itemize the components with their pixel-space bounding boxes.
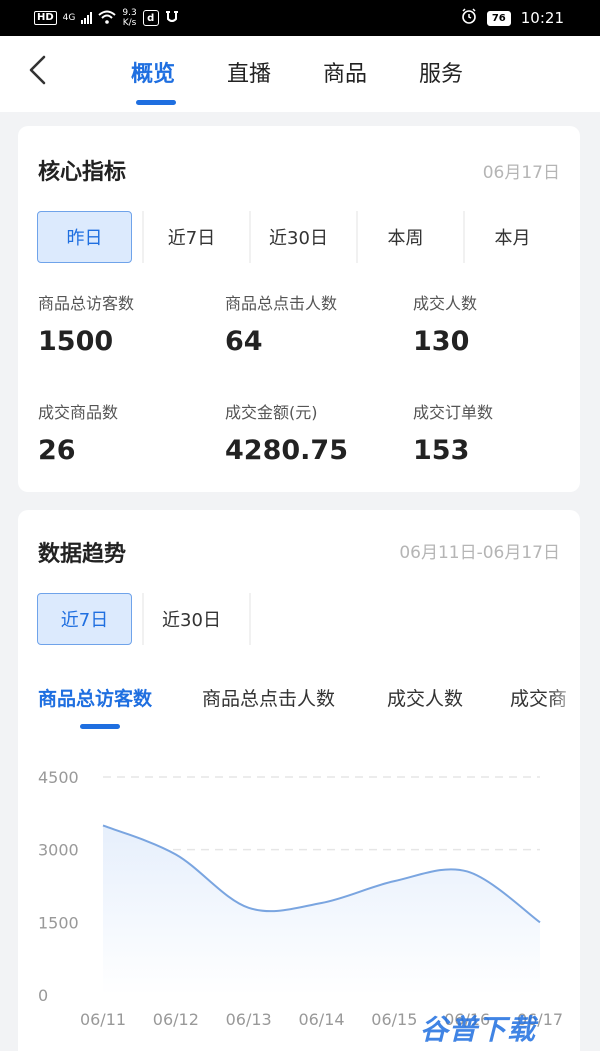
metric-label: 成交金额(元) — [225, 403, 318, 422]
trend-range-7-days[interactable]: 近7日 — [37, 593, 132, 645]
metric-label: 成交商品数 — [38, 403, 119, 422]
app-notification-icon: d — [142, 10, 159, 26]
metric-tab-clicks[interactable]: 商品总点击人数 — [202, 684, 335, 711]
range-yesterday[interactable]: 昨日 — [37, 211, 132, 263]
trend-range-30-days[interactable]: 近30日 — [144, 593, 239, 645]
metric-label: 成交人数 — [413, 294, 478, 313]
metric-label: 成交订单数 — [413, 403, 494, 422]
hd-indicator: HD — [34, 11, 57, 25]
metric-value: 153 — [413, 435, 470, 466]
y-tick-label: 4500 — [38, 768, 79, 787]
alarm-icon — [461, 8, 477, 28]
network-label: 4G — [62, 13, 76, 23]
data-trend-date-range: 06月11日-06月17日 — [399, 543, 560, 563]
metric-tab-buyers[interactable]: 成交人数 — [387, 684, 463, 711]
metric-value: 130 — [413, 326, 470, 357]
range-30-days[interactable]: 近30日 — [251, 211, 346, 263]
metric-value: 1500 — [38, 326, 114, 357]
tab-service[interactable]: 服务 — [419, 56, 463, 88]
x-tick-label: 06/12 — [153, 1010, 199, 1029]
speed-value: 9.3 — [122, 8, 137, 18]
data-trend-title: 数据趋势 — [38, 542, 127, 567]
core-metrics-date: 06月17日 — [482, 163, 560, 183]
trend-chart-svg: 015003000450006/11 06/12 06/13 06/14 06/15 06… — [38, 768, 563, 1029]
tab-products[interactable]: 商品 — [323, 56, 367, 88]
metric-visitors: 商品总访客数 1500 — [38, 290, 134, 357]
segment-divider — [249, 593, 251, 645]
speed-unit: K/s — [122, 18, 137, 28]
metric-value: 4280.75 — [225, 435, 348, 466]
metric-value: 26 — [38, 435, 76, 466]
data-trend-card: 数据趋势 06月11日-06月17日 近7日 近30日 商品总访客数 商品总点击… — [18, 510, 580, 1051]
watermark-logo: 谷普下载 — [420, 1013, 537, 1046]
x-tick-label: 06/13 — [226, 1010, 272, 1029]
chevron-left-icon — [29, 55, 46, 85]
metric-clicks: 商品总点击人数 64 — [225, 290, 337, 357]
metric-tab-visitors[interactable]: 商品总访客数 — [38, 684, 152, 711]
tab-live[interactable]: 直播 — [227, 56, 271, 88]
clock: 10:21 — [520, 9, 564, 27]
active-tab-indicator — [136, 100, 176, 105]
tab-overview[interactable]: 概览 — [131, 56, 175, 88]
back-button[interactable] — [18, 50, 58, 90]
y-tick-label: 0 — [38, 986, 48, 1005]
tabs-fade — [550, 670, 580, 720]
core-metrics-card: 核心指标 06月17日 昨日 近7日 近30日 本周 本月 商品总访客数 150… — [18, 126, 580, 492]
status-bar: HD 4G 9.3 K/s d 76 10:21 — [0, 0, 600, 36]
x-tick-label: 06/15 — [371, 1010, 417, 1029]
x-tick-label: 06/14 — [298, 1010, 344, 1029]
y-tick-label: 1500 — [38, 913, 79, 932]
range-this-month[interactable]: 本月 — [465, 211, 560, 263]
battery-icon: 76 — [486, 10, 511, 26]
trend-chart: 0 1500 3000 4500 06/11 06/12 06/13 06/14 06/15 06… — [18, 750, 580, 1051]
core-metrics-title: 核心指标 — [38, 160, 127, 185]
signal-icon — [81, 12, 93, 24]
metric-label: 商品总访客数 — [38, 294, 135, 313]
metric-value: 64 — [225, 326, 263, 357]
metric-tab-indicator — [80, 724, 120, 729]
network-speed: 9.3 K/s — [122, 8, 136, 28]
range-7-days[interactable]: 近7日 — [144, 211, 239, 263]
wifi-icon — [98, 10, 117, 27]
metric-label: 商品总点击人数 — [225, 294, 338, 313]
range-this-week[interactable]: 本周 — [358, 211, 453, 263]
metric-sales-amount: 成交金额(元) 4280.75 — [225, 399, 348, 466]
x-tick-label: 06/11 — [80, 1010, 126, 1029]
notification-icon — [165, 10, 179, 27]
top-nav: 概览 直播 商品 服务 — [0, 36, 600, 112]
metric-orders: 成交订单数 153 — [413, 399, 493, 466]
metric-items-sold: 成交商品数 26 — [38, 399, 118, 466]
metric-buyers: 成交人数 130 — [413, 290, 477, 357]
y-tick-label: 3000 — [38, 841, 79, 860]
